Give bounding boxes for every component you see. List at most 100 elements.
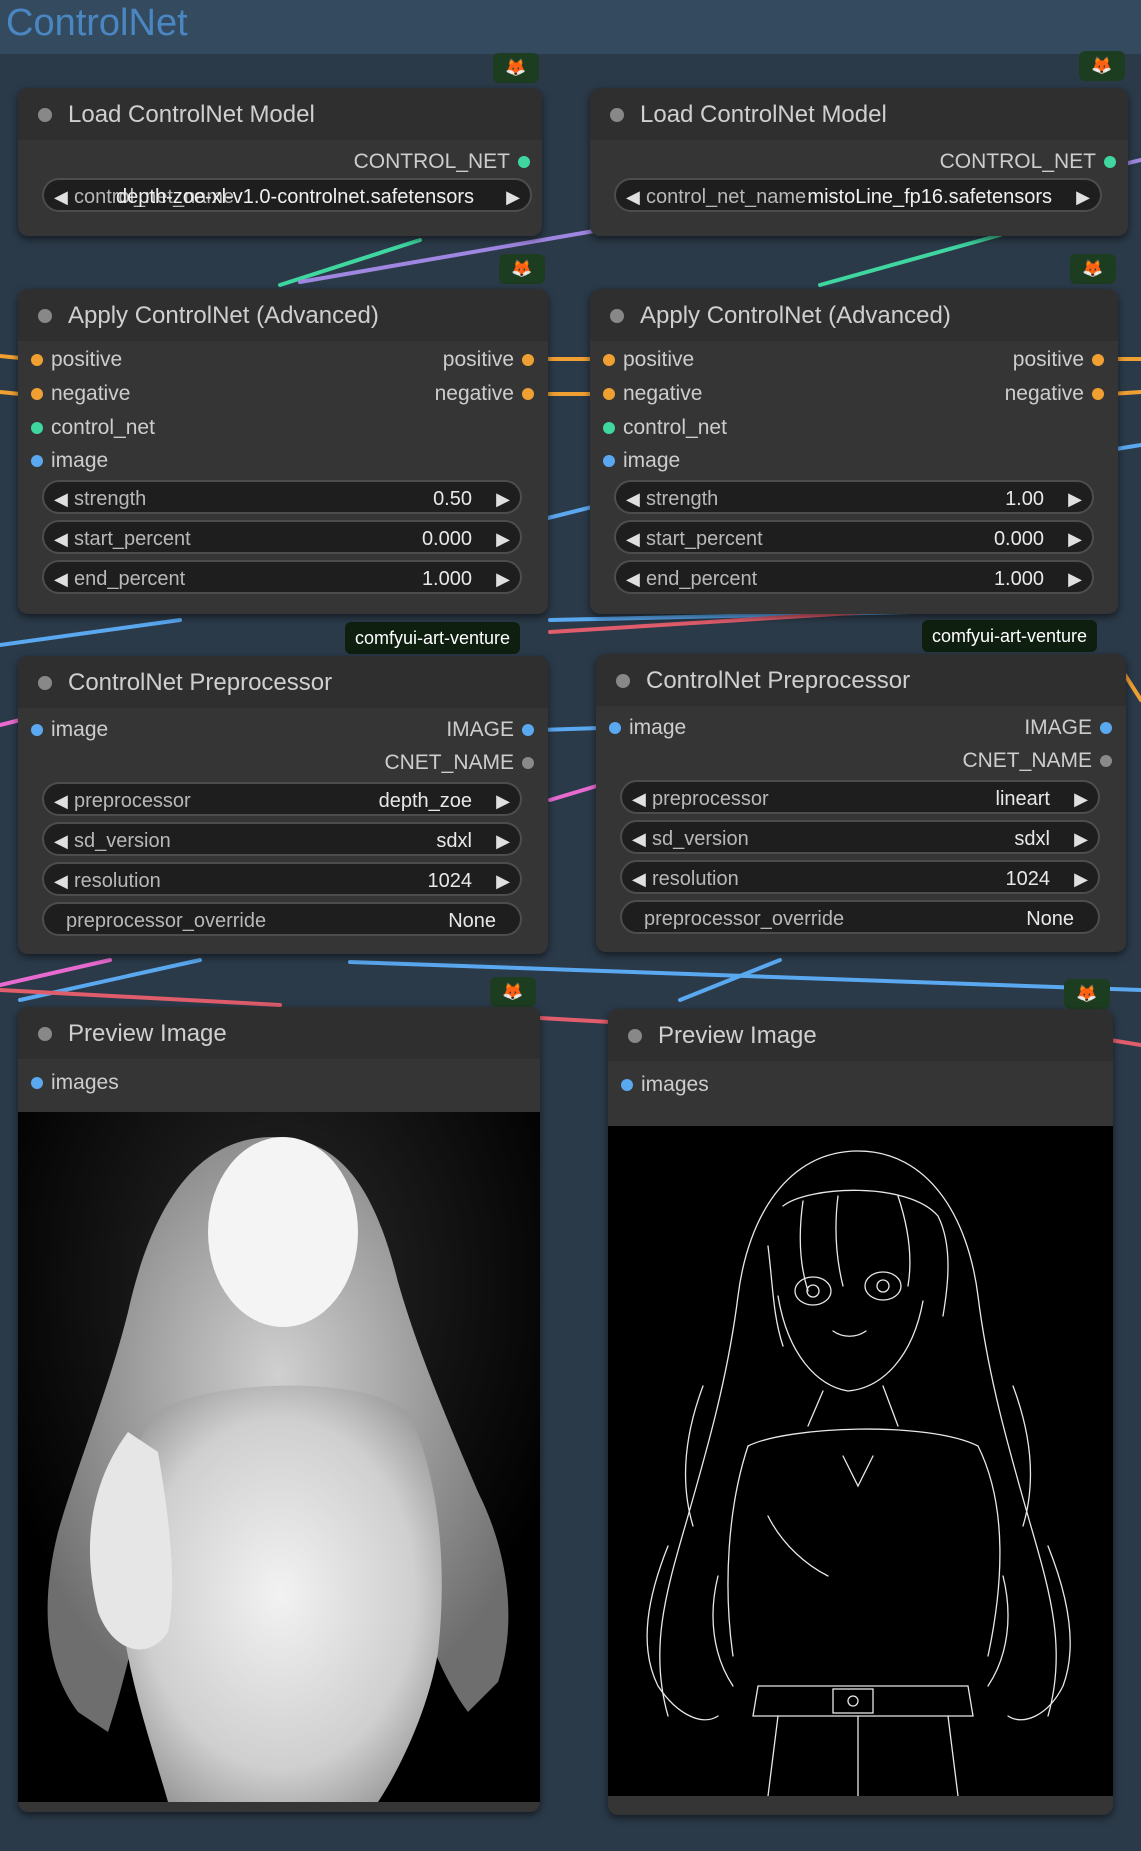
arrow-right-icon[interactable]: ▶ — [496, 824, 510, 858]
preview-image-node-right[interactable]: Preview Image images — [608, 1009, 1113, 1815]
input-dot-icon[interactable] — [603, 354, 615, 366]
collapse-dot-icon[interactable] — [610, 108, 624, 122]
strength-slider[interactable]: ◀ strength 1.00 ▶ — [614, 480, 1094, 514]
collapse-dot-icon[interactable] — [610, 309, 624, 323]
arrow-right-icon[interactable]: ▶ — [506, 180, 520, 214]
input-negative[interactable]: negative — [31, 380, 130, 408]
output-positive[interactable]: positive — [364, 346, 534, 374]
start-percent-slider[interactable]: ◀ start_percent 0.000 ▶ — [614, 520, 1094, 554]
input-negative[interactable]: negative — [603, 380, 702, 408]
arrow-left-icon[interactable]: ◀ — [626, 482, 640, 516]
preview-image-node-left[interactable]: Preview Image images — [18, 1007, 540, 1812]
input-dot-icon[interactable] — [31, 455, 43, 467]
collapse-dot-icon[interactable] — [38, 1027, 52, 1041]
preprocessor-override-text[interactable]: preprocessor_override None — [42, 902, 522, 936]
arrow-left-icon[interactable]: ◀ — [54, 522, 68, 556]
output-image[interactable]: IMAGE — [912, 714, 1112, 742]
output-control-net[interactable]: CONTROL_NET — [846, 148, 1116, 176]
input-control-net[interactable]: control_net — [603, 414, 727, 442]
input-dot-icon[interactable] — [31, 422, 43, 434]
sd-version-combo[interactable]: ◀ sd_version sdxl ▶ — [620, 820, 1100, 854]
preprocessor-combo[interactable]: ◀ preprocessor depth_zoe ▶ — [42, 782, 522, 816]
input-dot-icon[interactable] — [31, 1077, 43, 1089]
input-image[interactable]: image — [31, 716, 108, 744]
arrow-right-icon[interactable]: ▶ — [496, 864, 510, 898]
output-dot-icon[interactable] — [1104, 156, 1116, 168]
collapse-dot-icon[interactable] — [38, 309, 52, 323]
end-percent-slider[interactable]: ◀ end_percent 1.000 ▶ — [614, 560, 1094, 594]
output-dot-icon[interactable] — [1092, 388, 1104, 400]
arrow-right-icon[interactable]: ▶ — [496, 562, 510, 596]
output-positive[interactable]: positive — [934, 346, 1104, 374]
input-control-net[interactable]: control_net — [31, 414, 155, 442]
output-cnet-name[interactable]: CNET_NAME — [334, 749, 534, 777]
input-positive[interactable]: positive — [31, 346, 122, 374]
load-controlnet-model-node-left[interactable]: Load ControlNet Model CONTROL_NET ◀ cont… — [18, 88, 542, 236]
output-dot-icon[interactable] — [1100, 755, 1112, 767]
node-title-bar[interactable]: Apply ControlNet (Advanced) — [590, 289, 1118, 341]
collapse-dot-icon[interactable] — [628, 1029, 642, 1043]
input-dot-icon[interactable] — [31, 724, 43, 736]
input-dot-icon[interactable] — [621, 1079, 633, 1091]
arrow-right-icon[interactable]: ▶ — [1068, 482, 1082, 516]
input-dot-icon[interactable] — [603, 422, 615, 434]
collapse-dot-icon[interactable] — [38, 108, 52, 122]
arrow-left-icon[interactable]: ◀ — [632, 862, 646, 896]
controlnet-preprocessor-node-left[interactable]: ControlNet Preprocessor image IMAGE CNET… — [18, 656, 548, 954]
control-net-name-combo[interactable]: ◀ control_net_name mistoLine_fp16.safete… — [614, 178, 1102, 212]
output-dot-icon[interactable] — [522, 724, 534, 736]
node-title-bar[interactable]: ControlNet Preprocessor — [596, 654, 1126, 706]
preprocessor-override-text[interactable]: preprocessor_override None — [620, 900, 1100, 934]
input-images[interactable]: images — [621, 1071, 709, 1099]
output-image[interactable]: IMAGE — [334, 716, 534, 744]
arrow-right-icon[interactable]: ▶ — [496, 482, 510, 516]
input-dot-icon[interactable] — [609, 722, 621, 734]
input-image[interactable]: image — [603, 447, 680, 475]
end-percent-slider[interactable]: ◀ end_percent 1.000 ▶ — [42, 560, 522, 594]
input-dot-icon[interactable] — [31, 388, 43, 400]
arrow-right-icon[interactable]: ▶ — [1074, 862, 1088, 896]
collapse-dot-icon[interactable] — [38, 676, 52, 690]
node-title-bar[interactable]: Load ControlNet Model — [590, 88, 1128, 140]
arrow-right-icon[interactable]: ▶ — [496, 522, 510, 556]
arrow-left-icon[interactable]: ◀ — [54, 562, 68, 596]
arrow-left-icon[interactable]: ◀ — [626, 562, 640, 596]
resolution-number[interactable]: ◀ resolution 1024 ▶ — [42, 862, 522, 896]
arrow-right-icon[interactable]: ▶ — [496, 784, 510, 818]
input-positive[interactable]: positive — [603, 346, 694, 374]
input-images[interactable]: images — [31, 1069, 119, 1097]
lineart-preview[interactable] — [608, 1126, 1113, 1796]
node-title-bar[interactable]: Apply ControlNet (Advanced) — [18, 289, 548, 341]
node-title-bar[interactable]: Load ControlNet Model — [18, 88, 542, 140]
control-net-name-combo[interactable]: ◀ control_net_name depth-zoe-xl-v1.0-con… — [42, 178, 532, 212]
depth-map-preview[interactable] — [18, 1112, 540, 1802]
arrow-right-icon[interactable]: ▶ — [1074, 782, 1088, 816]
controlnet-preprocessor-node-right[interactable]: ControlNet Preprocessor image IMAGE CNET… — [596, 654, 1126, 952]
load-controlnet-model-node-right[interactable]: Load ControlNet Model CONTROL_NET ◀ cont… — [590, 88, 1128, 236]
arrow-right-icon[interactable]: ▶ — [1074, 822, 1088, 856]
arrow-left-icon[interactable]: ◀ — [626, 522, 640, 556]
collapse-dot-icon[interactable] — [616, 674, 630, 688]
input-image[interactable]: image — [31, 447, 108, 475]
arrow-left-icon[interactable]: ◀ — [54, 824, 68, 858]
arrow-left-icon[interactable]: ◀ — [626, 180, 640, 214]
output-negative[interactable]: negative — [364, 380, 534, 408]
sd-version-combo[interactable]: ◀ sd_version sdxl ▶ — [42, 822, 522, 856]
arrow-left-icon[interactable]: ◀ — [54, 864, 68, 898]
resolution-number[interactable]: ◀ resolution 1024 ▶ — [620, 860, 1100, 894]
node-title-bar[interactable]: Preview Image — [608, 1009, 1113, 1061]
arrow-right-icon[interactable]: ▶ — [1076, 180, 1090, 214]
output-dot-icon[interactable] — [522, 354, 534, 366]
output-control-net[interactable]: CONTROL_NET — [260, 148, 530, 176]
output-dot-icon[interactable] — [522, 388, 534, 400]
input-dot-icon[interactable] — [603, 388, 615, 400]
strength-slider[interactable]: ◀ strength 0.50 ▶ — [42, 480, 522, 514]
arrow-left-icon[interactable]: ◀ — [54, 180, 68, 214]
input-dot-icon[interactable] — [603, 455, 615, 467]
output-dot-icon[interactable] — [518, 156, 530, 168]
output-negative[interactable]: negative — [934, 380, 1104, 408]
apply-controlnet-node-left[interactable]: Apply ControlNet (Advanced) positive neg… — [18, 289, 548, 614]
node-title-bar[interactable]: ControlNet Preprocessor — [18, 656, 548, 708]
arrow-left-icon[interactable]: ◀ — [632, 782, 646, 816]
arrow-left-icon[interactable]: ◀ — [54, 482, 68, 516]
